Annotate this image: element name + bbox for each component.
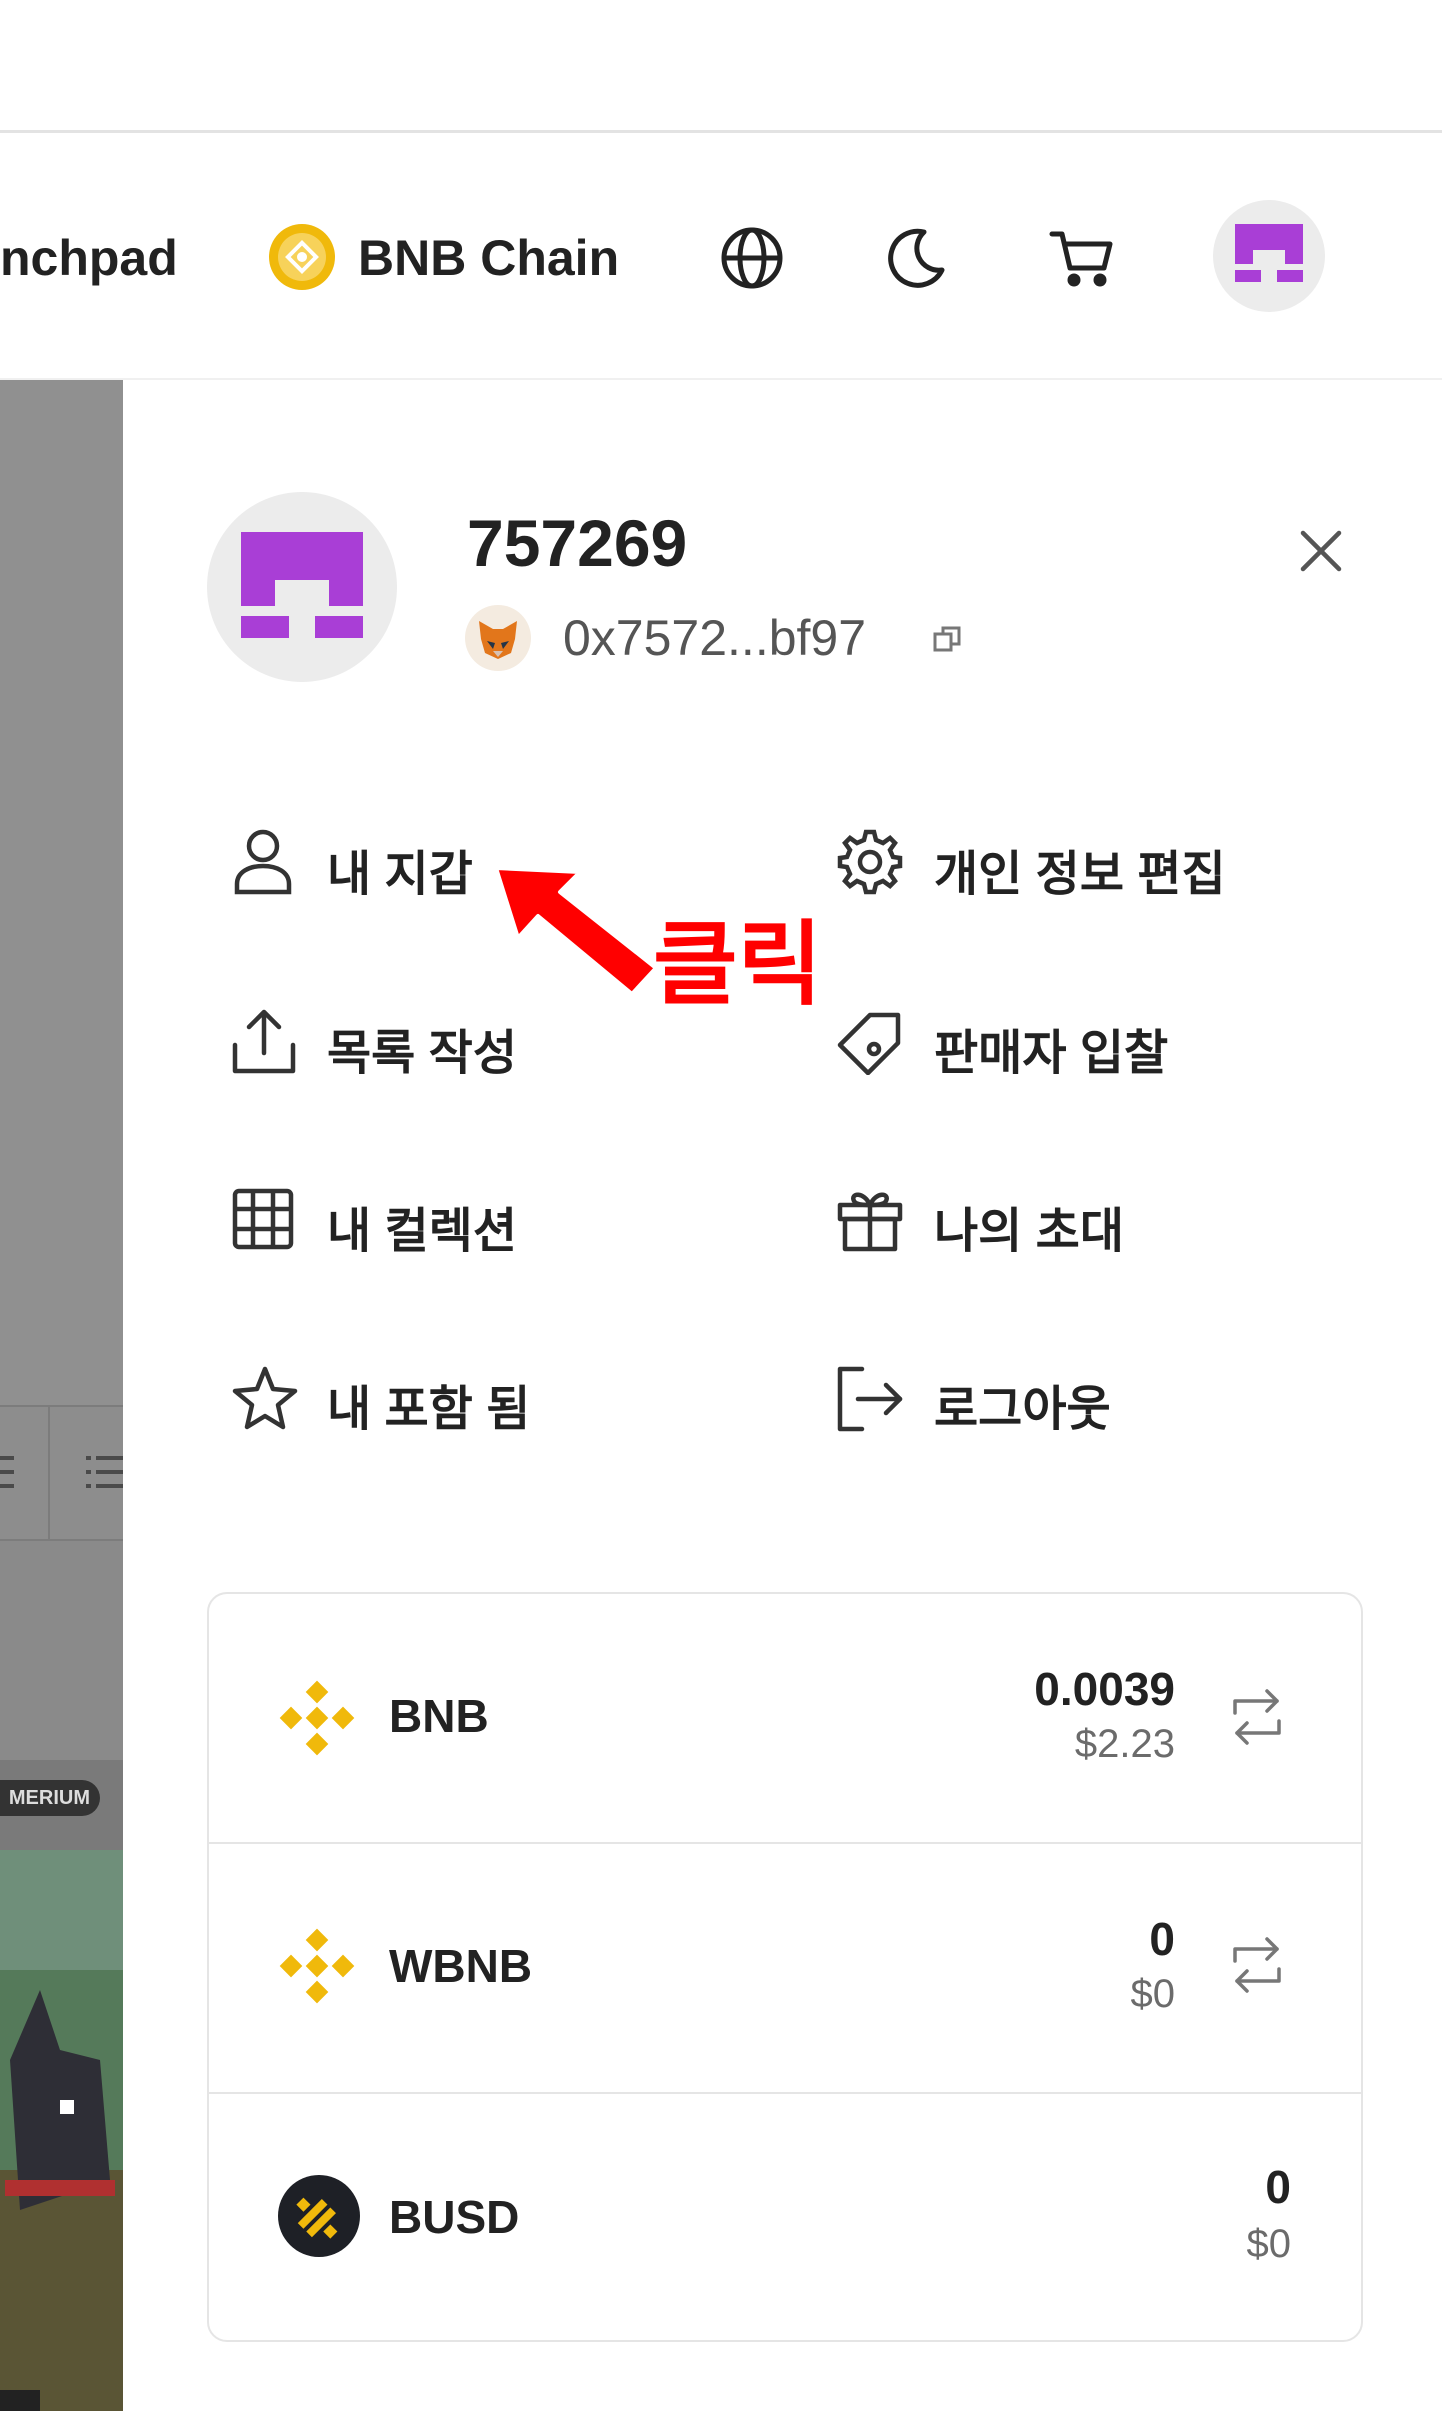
nft-card-thumbnail: MERIUM bbox=[0, 1760, 123, 2411]
menu-label: 내 포함 됨 bbox=[327, 1383, 531, 1436]
page-backdrop-overlay[interactable]: MERIUM bbox=[0, 380, 123, 2411]
close-icon[interactable] bbox=[1298, 528, 1344, 574]
nft-badge: MERIUM bbox=[0, 1780, 100, 1816]
top-nav: nchpad BNB Chain bbox=[0, 133, 1442, 380]
nft-image bbox=[0, 1850, 123, 2411]
menu-label: 판매자 입찰 bbox=[934, 1027, 1169, 1080]
token-row-bnb: BNB 0.0039 $2.23 bbox=[209, 1594, 1361, 1842]
token-symbol: BNB bbox=[389, 1690, 489, 1742]
token-symbol: WBNB bbox=[389, 1940, 533, 1992]
menu-edit-profile[interactable]: 개인 정보 편집 bbox=[836, 826, 1356, 906]
logout-icon bbox=[837, 1366, 903, 1432]
menu-label: 로그아웃 bbox=[934, 1383, 1111, 1436]
token-symbol: BUSD bbox=[389, 2191, 520, 2243]
divider bbox=[48, 1407, 50, 1539]
tag-icon bbox=[837, 1012, 901, 1075]
annotation-arrow bbox=[490, 858, 660, 1003]
cart-icon[interactable] bbox=[1048, 226, 1116, 290]
menu-label: 목록 작성 bbox=[327, 1027, 517, 1080]
star-icon bbox=[232, 1366, 298, 1430]
token-row-busd: BUSD 0 $0 bbox=[209, 2094, 1361, 2338]
moon-icon[interactable] bbox=[884, 226, 948, 290]
token-amount: 0.0039 bbox=[1034, 1663, 1175, 1715]
grid-icon bbox=[232, 1188, 294, 1250]
upload-icon bbox=[232, 1009, 296, 1074]
token-balance-card: BNB 0.0039 $2.23 WBNB 0 $0 BUSD 0 $0 bbox=[207, 1592, 1363, 2342]
menu-label: 개인 정보 편집 bbox=[934, 848, 1226, 901]
annotation-label: 클릭 bbox=[653, 914, 823, 1016]
avatar[interactable] bbox=[1213, 200, 1325, 312]
menu-my-invites[interactable]: 나의 초대 bbox=[836, 1185, 1356, 1265]
menu-my-favorites[interactable]: 내 포함 됨 bbox=[231, 1363, 711, 1443]
copy-icon[interactable] bbox=[931, 622, 965, 656]
menu-logout[interactable]: 로그아웃 bbox=[836, 1363, 1356, 1443]
token-usd-value: $0 bbox=[1130, 1972, 1176, 2016]
nav-launchpad-link[interactable]: nchpad bbox=[0, 228, 178, 288]
globe-icon[interactable] bbox=[720, 226, 784, 290]
token-usd-value: $0 bbox=[1246, 2222, 1292, 2266]
backdrop-view-toggle bbox=[0, 1405, 123, 1541]
menu-label: 내 지갑 bbox=[327, 848, 473, 901]
menu-create-listing[interactable]: 목록 작성 bbox=[231, 1005, 711, 1085]
token-amount: 0 bbox=[1149, 1913, 1175, 1965]
bnb-chain-icon bbox=[268, 223, 336, 291]
bnb-icon bbox=[279, 1680, 355, 1756]
metamask-fox-icon bbox=[465, 605, 531, 671]
wallet-address: 0x7572...bf97 bbox=[563, 610, 867, 666]
token-row-wbnb: WBNB 0 $0 bbox=[209, 1844, 1361, 2092]
swap-icon[interactable] bbox=[1231, 1689, 1283, 1745]
menu-label: 내 컬렉션 bbox=[327, 1205, 517, 1258]
user-icon bbox=[234, 829, 292, 895]
chain-selector[interactable]: BNB Chain bbox=[358, 228, 619, 288]
swap-icon[interactable] bbox=[1231, 1937, 1283, 1993]
token-amount: 0 bbox=[1265, 2161, 1291, 2213]
bnb-icon bbox=[279, 1928, 355, 2004]
gift-icon bbox=[837, 1192, 903, 1252]
menu-seller-bids[interactable]: 판매자 입찰 bbox=[836, 1005, 1356, 1085]
account-drawer: 757269 0x7572...bf97 내 지갑 개인 정보 편집 목록 작성… bbox=[123, 380, 1442, 2411]
profile-avatar bbox=[207, 492, 397, 682]
menu-label: 나의 초대 bbox=[934, 1205, 1124, 1258]
busd-icon bbox=[278, 2175, 360, 2257]
profile-name: 757269 bbox=[467, 506, 688, 580]
backdrop-upper bbox=[0, 380, 123, 1410]
list-bullet-icon bbox=[86, 1456, 123, 1488]
gear-icon bbox=[837, 829, 903, 895]
token-usd-value: $2.23 bbox=[1074, 1722, 1175, 1766]
menu-my-collections[interactable]: 내 컬렉션 bbox=[231, 1185, 711, 1265]
list-icon bbox=[0, 1456, 14, 1488]
browser-top-area bbox=[0, 0, 1442, 133]
